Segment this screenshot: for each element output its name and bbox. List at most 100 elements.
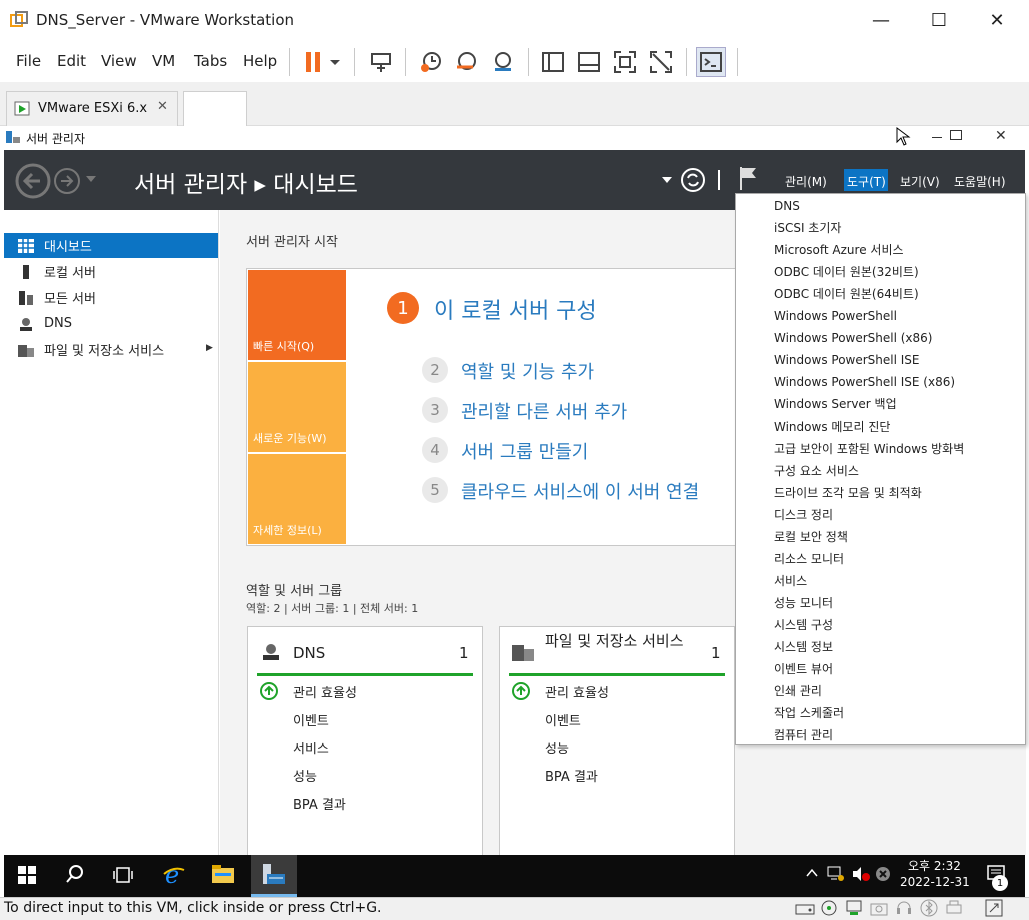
send-ctrl-alt-del-icon[interactable] xyxy=(369,50,393,74)
volume-muted-icon[interactable] xyxy=(852,866,870,882)
menu-tools[interactable]: 도구(T) xyxy=(847,173,886,190)
notification-flag-icon[interactable] xyxy=(738,165,760,191)
menu-view-guest[interactable]: 보기(V) xyxy=(900,173,940,190)
tools-menu-item[interactable]: Windows PowerShell (x86) xyxy=(774,327,932,349)
menu-vm[interactable]: VM xyxy=(152,52,175,70)
tools-menu-item[interactable]: Windows PowerShell ISE xyxy=(774,349,920,371)
cd-drive-icon[interactable] xyxy=(820,899,838,917)
pause-icon[interactable] xyxy=(302,50,326,74)
tab-close-icon[interactable]: ✕ xyxy=(157,99,168,114)
role-card-dns[interactable] xyxy=(247,626,483,856)
tools-menu-item[interactable]: 서비스 xyxy=(774,570,807,592)
revert-snapshot-icon[interactable] xyxy=(455,50,479,74)
tile-learn-more[interactable]: 자세한 정보(L) xyxy=(248,454,346,544)
menu-tabs[interactable]: Tabs xyxy=(194,52,227,70)
tools-menu-item[interactable]: ODBC 데이터 원본(64비트) xyxy=(774,283,919,305)
tools-menu-item[interactable]: 인쇄 관리 xyxy=(774,680,822,702)
tools-menu-item[interactable]: 이벤트 뷰어 xyxy=(774,658,833,680)
file-explorer-icon[interactable] xyxy=(212,864,234,884)
full-screen-icon[interactable] xyxy=(613,50,637,74)
tools-menu-item[interactable]: 시스템 구성 xyxy=(774,614,833,636)
printer-icon[interactable] xyxy=(945,899,963,917)
thumbnail-bar-icon[interactable] xyxy=(577,50,601,74)
network-adapter-icon[interactable] xyxy=(845,899,863,917)
menu-view[interactable]: View xyxy=(101,52,137,70)
tools-menu-item[interactable]: 컴퓨터 관리 xyxy=(774,724,833,746)
hard-disk-icon[interactable] xyxy=(795,900,815,916)
chevron-up-icon[interactable] xyxy=(806,868,818,878)
tools-menu-item[interactable]: 시스템 정보 xyxy=(774,636,833,658)
show-library-icon[interactable] xyxy=(541,50,565,74)
tools-menu-item[interactable]: 디스크 정리 xyxy=(774,504,833,526)
menu-edit[interactable]: Edit xyxy=(57,52,86,70)
sidebar-item-dashboard[interactable]: 대시보드 xyxy=(4,233,218,258)
card-row[interactable]: 이벤트 xyxy=(293,710,329,729)
tools-menu-item[interactable]: 리소스 모니터 xyxy=(774,548,844,570)
back-arrow-icon[interactable] xyxy=(14,162,52,200)
chevron-down-icon[interactable] xyxy=(328,50,342,74)
step-add-servers[interactable]: 관리할 다른 서버 추가 xyxy=(461,398,627,424)
clock-date[interactable]: 2022-12-31 xyxy=(900,875,970,889)
expand-arrow-icon[interactable]: ▶ xyxy=(206,343,213,353)
forward-arrow-icon[interactable] xyxy=(52,166,82,196)
internet-explorer-icon[interactable]: e xyxy=(162,862,186,886)
tools-menu-item[interactable]: 구성 요소 서비스 xyxy=(774,460,859,482)
guest-restore-button[interactable] xyxy=(950,130,962,140)
card-row[interactable]: 성능 xyxy=(293,766,317,785)
tools-menu-item[interactable]: 작업 스케줄러 xyxy=(774,702,844,724)
tools-menu-item[interactable]: 로컬 보안 정책 xyxy=(774,526,848,548)
role-card-file-storage[interactable] xyxy=(499,626,735,856)
audio-device-icon[interactable] xyxy=(895,899,913,917)
card-row[interactable]: 관리 효율성 xyxy=(293,682,357,701)
card-row[interactable]: 성능 xyxy=(545,738,569,757)
snapshot-manager-icon[interactable] xyxy=(491,50,515,74)
maximize-button[interactable]: ☐ xyxy=(910,0,968,40)
tools-menu-item[interactable]: Windows PowerShell xyxy=(774,305,897,327)
guest-minimize-button[interactable] xyxy=(932,137,942,138)
tools-menu-item[interactable]: Windows Server 백업 xyxy=(774,393,897,415)
sidebar-item-dns[interactable]: DNS xyxy=(4,311,218,336)
refresh-icon[interactable] xyxy=(680,167,706,193)
card-row[interactable]: 이벤트 xyxy=(545,710,581,729)
fullscreen-toggle-icon[interactable] xyxy=(985,899,1003,917)
tools-menu-item[interactable]: 성능 모니터 xyxy=(774,592,833,614)
search-icon[interactable] xyxy=(66,865,84,885)
tools-menu-item[interactable]: iSCSI 초기자 xyxy=(774,217,841,239)
card-row[interactable]: 관리 효율성 xyxy=(545,682,609,701)
menu-help-guest[interactable]: 도움말(H) xyxy=(954,173,1006,190)
card-row[interactable]: BPA 결과 xyxy=(293,794,346,813)
step-create-group[interactable]: 서버 그룹 만들기 xyxy=(461,438,588,464)
tools-menu-item[interactable]: 고급 보안이 포함된 Windows 방화벽 xyxy=(774,438,964,460)
tile-quick-start[interactable]: 빠른 시작(Q) xyxy=(248,270,346,360)
step-add-roles[interactable]: 역할 및 기능 추가 xyxy=(461,358,594,384)
bluetooth-icon[interactable] xyxy=(920,899,938,917)
tab-blank[interactable] xyxy=(183,91,247,127)
network-icon[interactable] xyxy=(827,866,845,882)
guest-close-button[interactable]: ✕ xyxy=(995,128,1007,144)
menu-file[interactable]: File xyxy=(16,52,41,70)
snapshot-icon[interactable] xyxy=(419,50,443,74)
menu-manage[interactable]: 관리(M) xyxy=(785,173,827,190)
refresh-dropdown-icon[interactable] xyxy=(662,176,672,184)
sidebar-item-all-servers[interactable]: 모든 서버 xyxy=(4,285,218,310)
minimize-button[interactable]: — xyxy=(852,0,910,40)
tools-menu-item[interactable]: Windows PowerShell ISE (x86) xyxy=(774,371,955,393)
tools-menu-item[interactable]: 드라이브 조각 모음 및 최적화 xyxy=(774,482,922,504)
tools-menu-item[interactable]: Microsoft Azure 서비스 xyxy=(774,239,904,261)
menu-help[interactable]: Help xyxy=(243,52,277,70)
windows-start-icon[interactable] xyxy=(18,866,36,884)
clock-time[interactable]: 오후 2:32 xyxy=(908,857,961,874)
tools-menu-item[interactable]: ODBC 데이터 원본(32비트) xyxy=(774,261,919,283)
task-view-icon[interactable] xyxy=(113,866,133,884)
sidebar-item-local-server[interactable]: 로컬 서버 xyxy=(4,259,218,284)
card-row[interactable]: 서비스 xyxy=(293,738,329,757)
card-row[interactable]: BPA 결과 xyxy=(545,766,598,785)
close-button[interactable]: ✕ xyxy=(968,0,1026,40)
unity-icon[interactable] xyxy=(649,50,673,74)
sidebar-item-file-storage[interactable]: 파일 및 저장소 서비스 xyxy=(4,337,218,362)
history-dropdown-icon[interactable] xyxy=(85,174,97,184)
tools-menu-item[interactable]: Windows 메모리 진단 xyxy=(774,416,890,438)
error-status-icon[interactable] xyxy=(875,866,891,882)
tile-whats-new[interactable]: 새로운 기능(W) xyxy=(248,362,346,452)
camera-icon[interactable] xyxy=(870,899,888,917)
